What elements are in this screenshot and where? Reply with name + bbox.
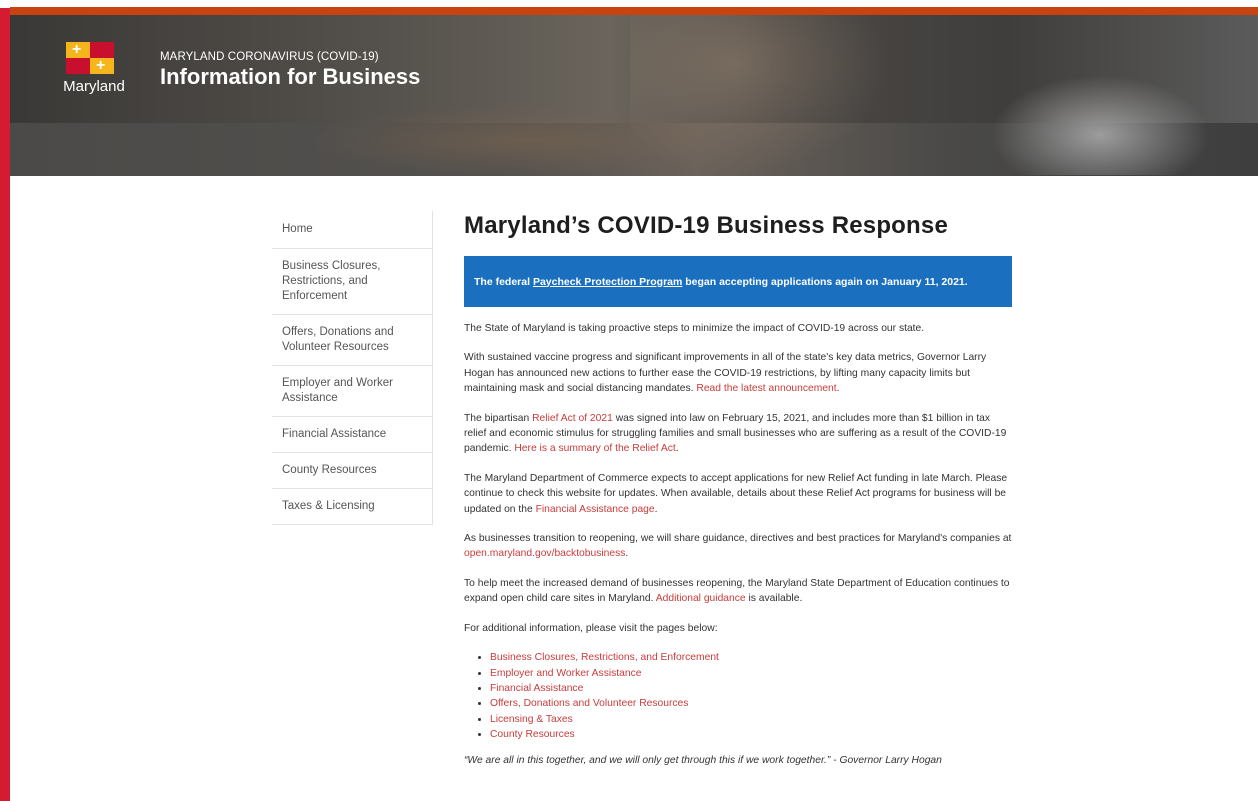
list-item: Offers, Donations and Volunteer Resource… bbox=[490, 696, 1012, 711]
additional-guidance-link[interactable]: Additional guidance bbox=[656, 593, 746, 604]
reopening-paragraph: As businesses transition to reopening, w… bbox=[464, 531, 1012, 562]
hero-texture bbox=[310, 105, 730, 176]
vaccine-text-end: . bbox=[836, 383, 840, 395]
list-item: Financial Assistance bbox=[490, 681, 1012, 696]
relief-act-link[interactable]: Relief Act of 2021 bbox=[532, 413, 613, 424]
side-navigation: Home Business Closures, Restrictions, an… bbox=[272, 211, 433, 525]
link-licensing-taxes[interactable]: Licensing & Taxes bbox=[490, 714, 573, 725]
latest-announcement-link[interactable]: Read the latest announcement bbox=[696, 383, 836, 394]
relief-act-summary-link[interactable]: Here is a summary of the Relief Act bbox=[514, 443, 675, 454]
governor-quote: “We are all in this together, and we wil… bbox=[464, 754, 942, 766]
childcare-text-end: is available. bbox=[745, 593, 803, 605]
commerce-text-end: . bbox=[654, 503, 658, 515]
header-title[interactable]: Information for Business bbox=[160, 64, 420, 90]
nav-item-home[interactable]: Home bbox=[272, 211, 432, 249]
link-offers-donations[interactable]: Offers, Donations and Volunteer Resource… bbox=[490, 698, 688, 709]
relief-text-pre: The bipartisan bbox=[464, 412, 533, 424]
link-employer-worker[interactable]: Employer and Worker Assistance bbox=[490, 668, 641, 679]
hero-texture bbox=[990, 75, 1210, 175]
nav-item-employer-worker[interactable]: Employer and Worker Assistance bbox=[272, 366, 432, 417]
list-item: County Resources bbox=[490, 727, 1012, 742]
reopening-text: As businesses transition to reopening, w… bbox=[464, 533, 1012, 545]
reopening-text-end: . bbox=[625, 548, 629, 560]
main-content: Maryland’s COVID-19 Business Response Th… bbox=[464, 212, 1012, 766]
link-financial-assistance[interactable]: Financial Assistance bbox=[490, 683, 583, 694]
relief-act-paragraph: The bipartisan Relief Act of 2021 was si… bbox=[464, 411, 1012, 457]
logo-text: Maryland bbox=[63, 78, 125, 95]
left-corner bbox=[0, 0, 10, 8]
list-item: Licensing & Taxes bbox=[490, 712, 1012, 727]
header-subtitle: MARYLAND CORONAVIRUS (COVID-19) bbox=[160, 51, 379, 63]
ppp-link[interactable]: Paycheck Protection Program bbox=[533, 276, 682, 288]
nav-item-business-closures[interactable]: Business Closures, Restrictions, and Enf… bbox=[272, 249, 432, 315]
top-accent-bar bbox=[10, 7, 1258, 15]
page-title: Maryland’s COVID-19 Business Response bbox=[464, 212, 949, 239]
alert-text-post: began accepting applications again on Ja… bbox=[682, 275, 968, 288]
alert-text: The federal Paycheck Protection Program … bbox=[474, 276, 968, 288]
list-item: Employer and Worker Assistance bbox=[490, 666, 1012, 681]
list-item: Business Closures, Restrictions, and Enf… bbox=[490, 650, 1012, 665]
additional-info-paragraph: For additional information, please visit… bbox=[464, 622, 718, 634]
left-accent-rail bbox=[0, 0, 10, 801]
commerce-paragraph: The Maryland Department of Commerce expe… bbox=[464, 471, 1012, 517]
nav-item-county-resources[interactable]: County Resources bbox=[272, 453, 432, 489]
intro-paragraph: The State of Maryland is taking proactiv… bbox=[464, 323, 925, 334]
maryland-flag-icon: + + bbox=[66, 42, 114, 74]
nav-item-taxes-licensing[interactable]: Taxes & Licensing bbox=[272, 489, 432, 525]
vaccine-paragraph: With sustained vaccine progress and sign… bbox=[464, 350, 1012, 396]
financial-assistance-page-link[interactable]: Financial Assistance page bbox=[536, 504, 655, 515]
hero-banner bbox=[10, 15, 1258, 176]
relief-text-end: . bbox=[675, 443, 679, 455]
resource-links-list: Business Closures, Restrictions, and Enf… bbox=[464, 650, 1012, 742]
alert-text-pre: The federal bbox=[474, 275, 533, 288]
link-business-closures[interactable]: Business Closures, Restrictions, and Enf… bbox=[490, 652, 719, 663]
maryland-logo[interactable]: + + Maryland bbox=[54, 42, 134, 98]
link-county-resources[interactable]: County Resources bbox=[490, 729, 575, 740]
nav-item-offers-donations[interactable]: Offers, Donations and Volunteer Resource… bbox=[272, 315, 432, 366]
childcare-paragraph: To help meet the increased demand of bus… bbox=[464, 576, 1012, 607]
nav-item-financial-assistance[interactable]: Financial Assistance bbox=[272, 417, 432, 453]
ppp-alert-banner: The federal Paycheck Protection Program … bbox=[464, 256, 1012, 307]
backtobusiness-link[interactable]: open.maryland.gov/backtobusiness bbox=[464, 548, 625, 559]
